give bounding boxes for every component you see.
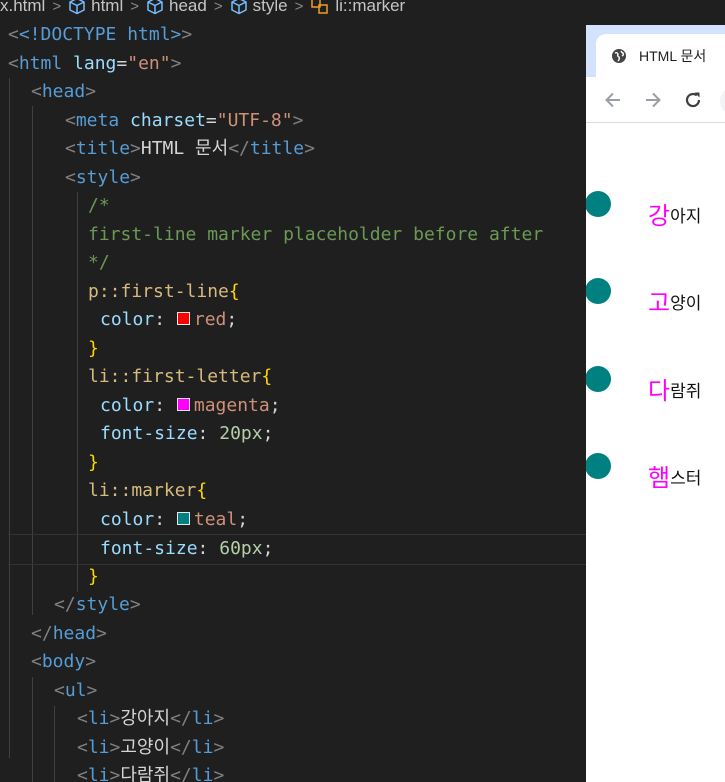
list-item-text: 양이 (670, 294, 702, 314)
code-line-doctype: <<!DOCTYPE html>> (8, 24, 193, 45)
code-line-html-open: <html lang="en"> (8, 53, 182, 74)
code-line-rule3-size-current: font-size: 60px; (8, 534, 586, 565)
code-editor[interactable]: <<!DOCTYPE html>> <html lang="en"> <head… (0, 20, 586, 782)
code-line-meta: <meta charset="UTF-8"> (65, 110, 304, 131)
code-line-rule2-selector: li::first-letter{ (88, 366, 273, 387)
code-line-rule3-selector: li::marker{ (88, 480, 208, 501)
chevron-right-icon: > (294, 0, 304, 15)
indent-guide (54, 706, 55, 782)
cube-icon (69, 0, 85, 15)
code-line-rule3-color: color: teal; (100, 509, 249, 530)
globe-icon (611, 48, 627, 64)
indent-guide (9, 78, 10, 758)
forward-button[interactable] (642, 89, 664, 111)
indent-guide (77, 192, 78, 592)
color-swatch-teal[interactable] (176, 512, 190, 525)
cube-icon (147, 0, 163, 15)
breadcrumb: x.html > html > head > style > li::marke… (0, 0, 586, 18)
code-line-comment-text: first-line marker placeholder before aft… (88, 224, 544, 245)
chevron-right-icon: > (130, 0, 139, 15)
list-item: 다람쥐 (586, 360, 725, 405)
color-swatch-magenta[interactable] (176, 398, 190, 411)
code-line-li: <li>고양이</li> (77, 737, 225, 758)
list-item: 강아지 (586, 185, 725, 230)
browser-tab[interactable]: HTML 문서 (596, 34, 725, 77)
list-marker (586, 366, 611, 392)
code-line-rule1-selector: p::first-line{ (88, 281, 240, 302)
code-line-style-open: <style> (65, 167, 141, 188)
reload-button[interactable] (682, 89, 704, 111)
browser-window: HTML 문서 강아지 고양이 다람쥐 햄스터 (586, 25, 725, 782)
code-line-rule2-size: font-size: 20px; (100, 423, 274, 444)
list-marker (586, 453, 611, 479)
list-item-text: 스터 (670, 469, 702, 489)
code-line-rule1-close: } (88, 338, 99, 359)
code-line-comment-close: */ (88, 252, 110, 273)
code-line-rule2-close: } (88, 452, 99, 473)
arrow-right-icon (646, 92, 661, 108)
list-item: 고양이 (586, 272, 725, 317)
chevron-right-icon: > (213, 0, 223, 15)
indent-guide (32, 677, 33, 782)
code-line-li: <li>다람쥐</li> (77, 765, 225, 782)
code-line-body-open: <body> (31, 651, 97, 672)
browser-toolbar (586, 77, 725, 123)
breadcrumb-item-li-marker[interactable]: li::marker (310, 0, 405, 16)
list-item-text: 람쥐 (670, 382, 702, 402)
code-line-style-close: </style> (54, 594, 141, 615)
breadcrumb-item-style[interactable]: style (230, 0, 288, 16)
first-letter: 강 (648, 202, 671, 230)
tab-title: HTML 문서 (639, 47, 707, 64)
cube-icon (230, 0, 247, 15)
code-line-head-close: </head> (31, 623, 107, 644)
first-letter: 다 (648, 377, 671, 405)
first-letter: 고 (648, 289, 671, 317)
reload-icon (685, 92, 701, 108)
color-swatch-red[interactable] (176, 312, 190, 325)
page-content: 강아지 고양이 다람쥐 햄스터 (586, 123, 725, 782)
breadcrumb-item-html[interactable]: html (68, 0, 123, 16)
address-bar[interactable] (720, 87, 725, 115)
list-item: 햄스터 (586, 447, 725, 492)
code-line-title: <title>HTML 문서</title> (65, 138, 315, 159)
first-letter: 햄 (648, 464, 671, 492)
code-line-comment-open: /* (88, 195, 110, 216)
list-marker (586, 191, 611, 217)
code-line-li: <li>강아지</li> (77, 708, 225, 729)
breadcrumb-item-head[interactable]: head (146, 0, 207, 16)
code-line-rule3-close: } (88, 566, 99, 587)
tab-strip: HTML 문서 (586, 25, 725, 77)
code-line-rule1-color: color: red; (100, 309, 238, 330)
list-item-text: 아지 (670, 207, 702, 227)
code-line-head-open: <head> (31, 81, 97, 102)
chevron-right-icon: > (52, 0, 62, 15)
css-selector-icon (311, 0, 329, 14)
list-marker (586, 278, 611, 304)
code-line-ul-open: <ul> (54, 680, 98, 701)
back-button[interactable] (602, 89, 624, 111)
arrow-left-icon (605, 92, 620, 108)
breadcrumb-file[interactable]: x.html (0, 0, 45, 16)
code-line-rule2-color: color: magenta; (100, 395, 281, 416)
